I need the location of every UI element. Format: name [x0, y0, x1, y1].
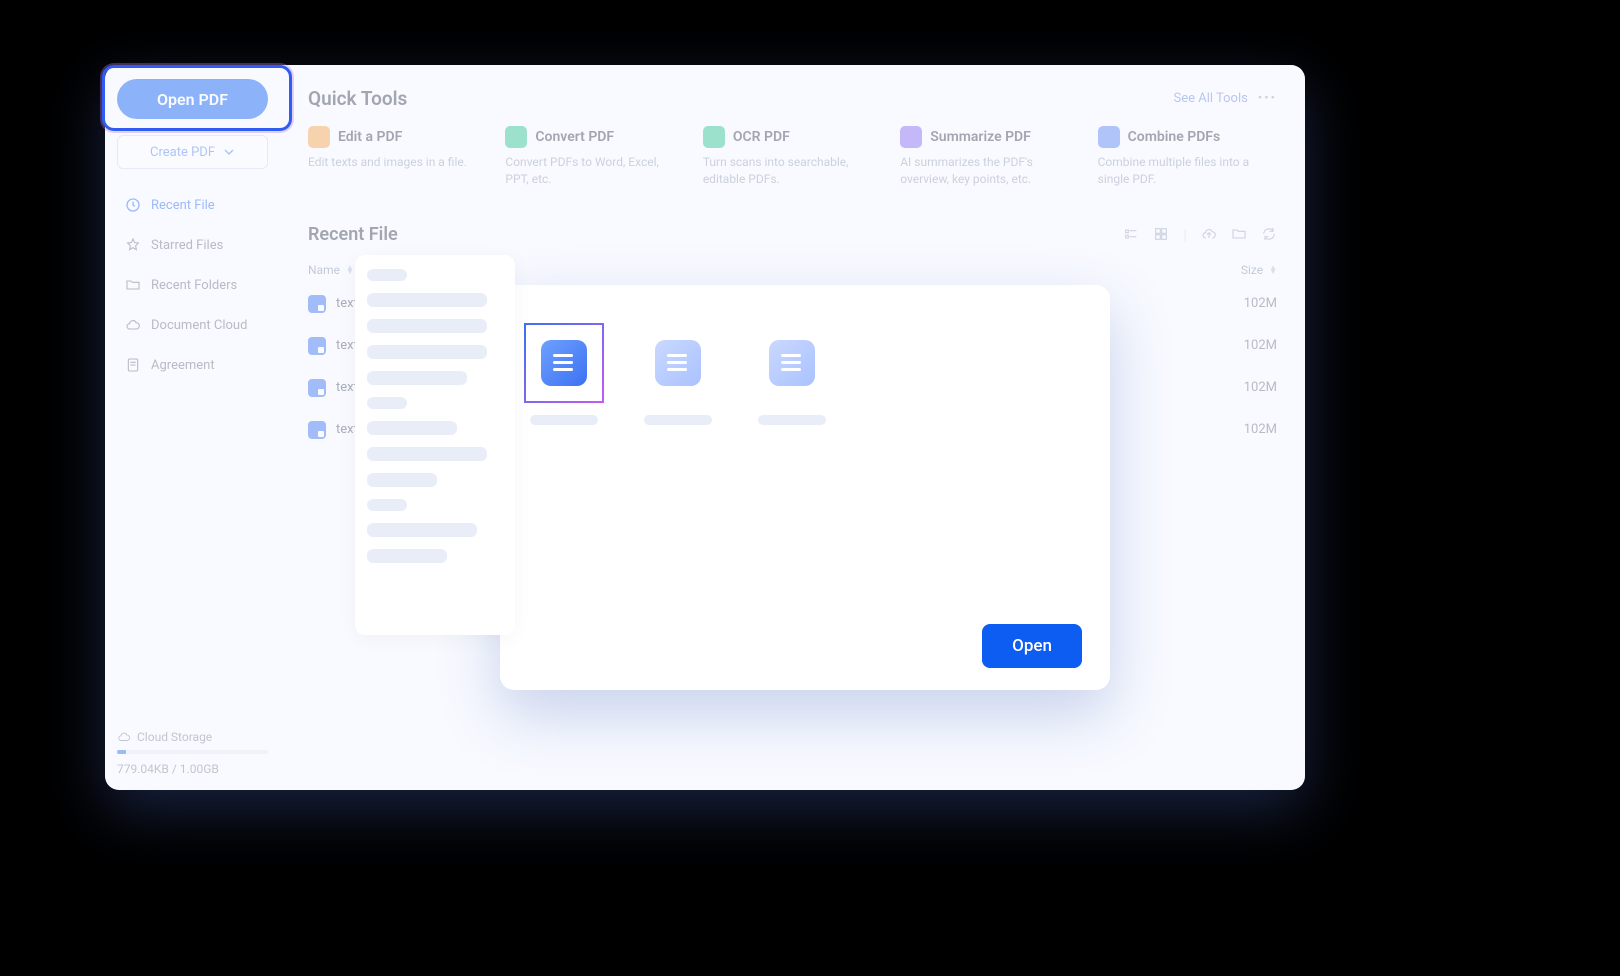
sidebar-item-label: Recent File [151, 198, 215, 213]
sidebar-item-agreement[interactable]: Agreement [117, 347, 268, 383]
file-icon [541, 340, 587, 386]
open-folder-icon[interactable] [1231, 226, 1247, 242]
star-icon [125, 237, 141, 253]
grid-view-icon[interactable] [1153, 226, 1169, 242]
quick-tool-card[interactable]: Convert PDF Convert PDFs to Word, Excel, … [505, 126, 684, 188]
tool-title: Summarize PDF [930, 129, 1031, 145]
tool-title: Combine PDFs [1128, 129, 1221, 145]
cloud-icon [117, 730, 131, 744]
sort-icon[interactable]: ▲▼ [1269, 266, 1277, 274]
file-thumbnail[interactable] [638, 323, 718, 425]
file-thumbnail[interactable] [752, 323, 832, 425]
file-icon [308, 421, 326, 439]
tool-icon [900, 126, 922, 148]
file-icon [308, 379, 326, 397]
tool-title: Convert PDF [535, 129, 614, 145]
sidebar-item-recent-folders[interactable]: Recent Folders [117, 267, 268, 303]
list-view-icon[interactable] [1123, 226, 1139, 242]
file-size: 102M [1244, 338, 1277, 353]
file-name-placeholder [530, 415, 598, 425]
see-all-tools-link[interactable]: See All Tools [1173, 91, 1247, 106]
sidebar-item-starred-files[interactable]: Starred Files [117, 227, 268, 263]
document-icon [125, 357, 141, 373]
sidebar: Open PDF Create PDF Recent File Starred … [105, 65, 280, 790]
more-icon[interactable]: ••• [1258, 91, 1277, 106]
file-name-placeholder [644, 415, 712, 425]
create-pdf-button[interactable]: Create PDF [117, 135, 268, 169]
folder-icon [125, 277, 141, 293]
column-name-header[interactable]: Name [308, 263, 340, 277]
file-size: 102M [1244, 296, 1277, 311]
quick-tool-card[interactable]: Edit a PDF Edit texts and images in a fil… [308, 126, 487, 188]
dialog-file-thumbnails [524, 323, 1086, 425]
tool-title: Edit a PDF [338, 129, 402, 145]
cloud-storage-widget: Cloud Storage 779.04KB / 1.00GB [117, 730, 268, 776]
quick-tools-title: Quick Tools [308, 87, 407, 110]
tool-description: AI summarizes the PDF's overview, key po… [900, 154, 1079, 188]
tool-icon [505, 126, 527, 148]
quick-tool-card[interactable]: OCR PDF Turn scans into searchable, edita… [703, 126, 882, 188]
dialog-sidebar [355, 255, 515, 635]
file-icon [308, 295, 326, 313]
tool-icon [703, 126, 725, 148]
file-name-placeholder [758, 415, 826, 425]
file-icon [655, 340, 701, 386]
quick-tool-card[interactable]: Combine PDFs Combine multiple files into … [1098, 126, 1277, 188]
upload-cloud-icon[interactable] [1201, 226, 1217, 242]
tool-description: Combine multiple files into a single PDF… [1098, 154, 1277, 188]
file-size: 102M [1244, 380, 1277, 395]
tool-title: OCR PDF [733, 129, 790, 145]
file-size: 102M [1244, 422, 1277, 437]
create-pdf-label: Create PDF [150, 145, 215, 160]
sidebar-item-label: Document Cloud [151, 318, 247, 333]
sidebar-item-label: Agreement [151, 358, 215, 373]
tool-description: Turn scans into searchable, editable PDF… [703, 154, 882, 188]
open-pdf-button[interactable]: Open PDF [117, 79, 268, 119]
sidebar-item-label: Recent Folders [151, 278, 237, 293]
storage-progress-bar [117, 750, 268, 754]
storage-usage-text: 779.04KB / 1.00GB [117, 762, 268, 776]
open-file-dialog: Open [500, 285, 1110, 690]
tool-description: Edit texts and images in a file. [308, 154, 487, 171]
file-icon [308, 337, 326, 355]
refresh-icon[interactable] [1261, 226, 1277, 242]
clock-icon [125, 197, 141, 213]
chevron-down-icon [223, 146, 235, 158]
quick-tool-card[interactable]: Summarize PDF AI summarizes the PDF's ove… [900, 126, 1079, 188]
file-thumbnail[interactable] [524, 323, 604, 425]
tool-icon [1098, 126, 1120, 148]
sidebar-nav: Recent File Starred Files Recent Folders… [117, 187, 268, 383]
sidebar-item-label: Starred Files [151, 238, 223, 253]
recent-file-title: Recent File [308, 224, 398, 245]
cloud-icon [125, 317, 141, 333]
tool-description: Convert PDFs to Word, Excel, PPT, etc. [505, 154, 684, 188]
sidebar-item-recent-file[interactable]: Recent File [117, 187, 268, 223]
tool-icon [308, 126, 330, 148]
sort-icon[interactable]: ▲▼ [346, 266, 354, 274]
dialog-open-button[interactable]: Open [982, 624, 1082, 668]
cloud-storage-label: Cloud Storage [137, 730, 212, 744]
sidebar-item-document-cloud[interactable]: Document Cloud [117, 307, 268, 343]
file-icon [769, 340, 815, 386]
column-size-header[interactable]: Size [1241, 263, 1263, 277]
